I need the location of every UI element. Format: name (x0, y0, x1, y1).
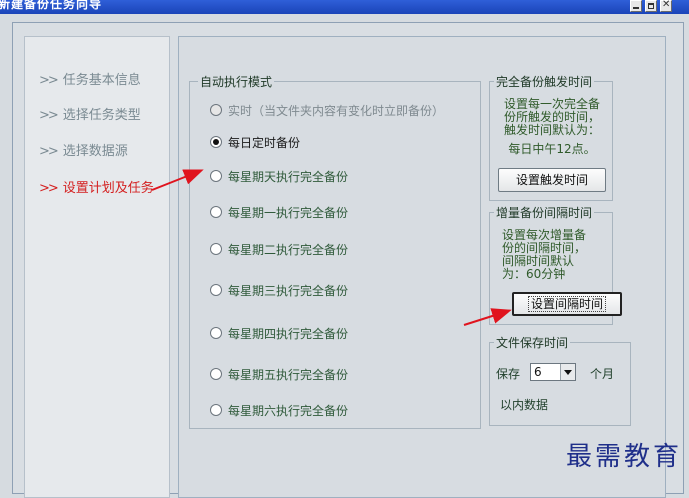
arrow-to-daily-option (151, 169, 204, 191)
annotation-arrows (151, 169, 512, 326)
watermark-logo: 最需教育 (566, 442, 683, 472)
arrow-to-interval-button (463, 308, 512, 326)
